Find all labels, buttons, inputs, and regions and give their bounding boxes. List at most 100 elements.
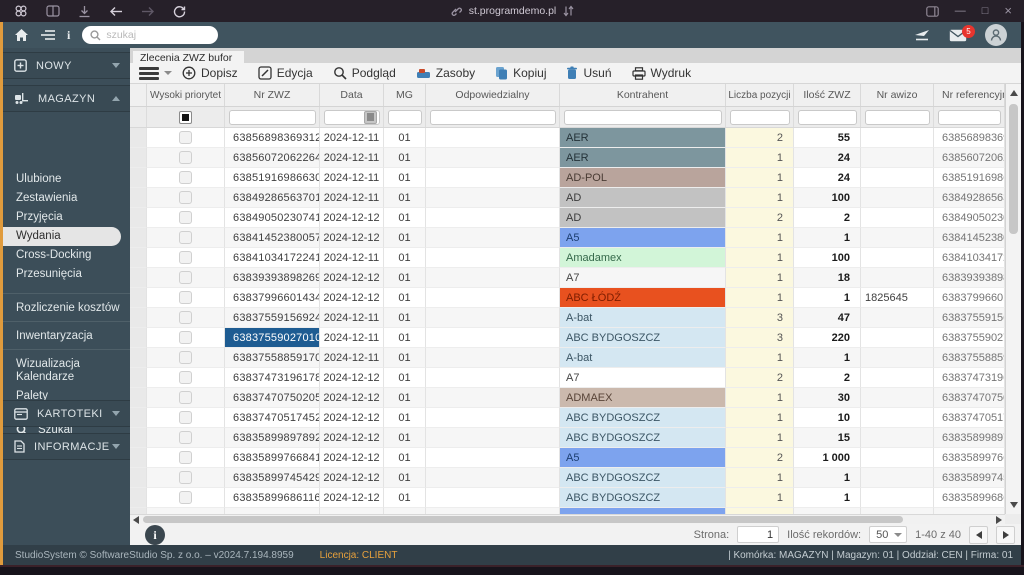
table-row[interactable]: 63849050230741572024-12-1201AD2263849050… [130, 208, 1005, 228]
next-page-button[interactable] [996, 526, 1015, 544]
row-checkbox-cell[interactable] [147, 188, 225, 208]
download-icon[interactable] [78, 5, 91, 18]
sidebar-section-informacje[interactable]: INFORMACJE [3, 433, 130, 460]
dopisz-button[interactable]: Dopisz [182, 66, 238, 80]
podglad-button[interactable]: Podgląd [333, 66, 396, 80]
filter-nr-zwz-input[interactable] [229, 110, 316, 125]
scroll-up-icon[interactable] [1010, 90, 1018, 96]
priority-filter-checkbox[interactable] [179, 111, 192, 124]
row-checkbox[interactable] [179, 271, 192, 284]
cell-nr-zwz[interactable]: 6384928656370148 [225, 188, 320, 208]
table-row[interactable]: 63841034172241382024-12-1101Amadamex1100… [130, 248, 1005, 268]
row-checkbox[interactable] [179, 311, 192, 324]
page-input[interactable]: 1 [737, 526, 779, 543]
info-circle-icon[interactable]: i [145, 525, 165, 545]
row-checkbox-cell[interactable] [147, 288, 225, 308]
chevron-down-icon[interactable] [164, 71, 172, 75]
row-checkbox-cell[interactable] [147, 308, 225, 328]
row-checkbox[interactable] [179, 191, 192, 204]
row-checkbox[interactable] [179, 411, 192, 424]
row-checkbox[interactable] [179, 351, 192, 364]
forward-icon[interactable] [141, 6, 155, 17]
table-row[interactable]: 63837996601434932024-12-1201ABC ŁÓDŹ1118… [130, 288, 1005, 308]
row-checkbox[interactable] [179, 451, 192, 464]
cell-nr-zwz[interactable]: 6385191698663049 [225, 168, 320, 188]
table-row[interactable]: 63837473196178732024-12-1201A72263837473… [130, 368, 1005, 388]
table-row[interactable]: 63851916986630492024-12-1101AD-POL124638… [130, 168, 1005, 188]
row-checkbox-cell[interactable] [147, 488, 225, 508]
wydruk-button[interactable]: Wydruk [632, 66, 692, 80]
table-row[interactable]: 63835899745429912024-12-1201ABC BYDGOSZC… [130, 468, 1005, 488]
row-checkbox[interactable] [179, 331, 192, 344]
cell-nr-zwz[interactable]: 6384145238005731 [225, 228, 320, 248]
vertical-scroll-thumb[interactable] [1009, 104, 1018, 234]
table-row[interactable]: 63837558859170862024-12-1101A-bat1163837… [130, 348, 1005, 368]
filter-nr-referencyjny-input[interactable] [938, 110, 1001, 125]
sidebar-item-przyjecia[interactable]: Przyjęcia [3, 208, 130, 227]
row-checkbox-cell[interactable] [147, 408, 225, 428]
filter-mg-input[interactable] [388, 110, 422, 125]
table-row[interactable]: 63856898369312442024-12-1101AER255638568… [130, 128, 1005, 148]
sidebar-item-rozliczenie-kosztow[interactable]: Rozliczenie kosztów [3, 293, 130, 312]
filter-liczba-pozycji-input[interactable] [730, 110, 790, 125]
header-liczba-pozycji[interactable]: Liczba pozycji [726, 84, 794, 106]
edycja-button[interactable]: Edycja [258, 66, 313, 80]
info-shortcut-icon[interactable]: i [67, 28, 70, 43]
table-row[interactable]: 63837470750205272024-12-1201ADMAEX130638… [130, 388, 1005, 408]
kopiuj-button[interactable]: Kopiuj [495, 66, 546, 80]
reader-mode-icon[interactable] [46, 5, 60, 17]
mail-icon[interactable]: 5 [949, 29, 967, 42]
close-icon[interactable]: × [1004, 0, 1012, 22]
cell-nr-zwz[interactable]: 6383755885917086 [225, 348, 320, 368]
cell-nr-zwz[interactable]: 6384905023074157 [225, 208, 320, 228]
table-row[interactable]: 63839393898269712024-12-1201A71186383939… [130, 268, 1005, 288]
table-row[interactable]: 63837470517452942024-12-1201ABC BYDGOSZC… [130, 408, 1005, 428]
sidebar-item-kalendarze[interactable]: Kalendarze [3, 368, 130, 387]
row-checkbox[interactable] [179, 471, 192, 484]
sidebar-item-inwentaryzacja[interactable]: Inwentaryzacja [3, 321, 130, 340]
header-nr-referencyjny[interactable]: Nr referencyjny [934, 84, 1005, 106]
sidebar-section-nowy[interactable]: NOWY [3, 52, 130, 79]
user-avatar[interactable] [985, 24, 1007, 46]
row-checkbox[interactable] [179, 171, 192, 184]
prev-page-button[interactable] [969, 526, 988, 544]
cell-nr-zwz[interactable]: 6383589974542991 [225, 468, 320, 488]
row-checkbox-cell[interactable] [147, 248, 225, 268]
hamburger-menu-icon[interactable] [139, 67, 159, 80]
table-row[interactable]: 63837559156924412024-12-1101A-bat3476383… [130, 308, 1005, 328]
cell-nr-zwz[interactable]: 6383747075020527 [225, 388, 320, 408]
filter-ilosc-zwz-input[interactable] [798, 110, 857, 125]
header-mg[interactable]: MG [384, 84, 426, 106]
header-kontrahent[interactable]: Kontrahent [560, 84, 726, 106]
menu-list-icon[interactable] [41, 29, 55, 41]
cell-nr-zwz[interactable]: 6383755902701093 [225, 328, 320, 348]
sidebar-item-cross-docking[interactable]: Cross-Docking [3, 246, 130, 265]
table-row[interactable]: 63835899686116912024-12-1201ABC BYDGOSZC… [130, 488, 1005, 508]
cell-nr-zwz[interactable]: 6383747051745294 [225, 408, 320, 428]
row-checkbox[interactable] [179, 391, 192, 404]
row-checkbox-cell[interactable] [147, 168, 225, 188]
sidebar-item-przesuniecia[interactable]: Przesunięcia [3, 265, 130, 284]
header-odpowiedzialny[interactable]: Odpowiedzialny [426, 84, 560, 106]
sidebar-item-zestawienia[interactable]: Zestawienia [3, 189, 130, 208]
cell-nr-zwz[interactable]: 6385607206226402 [225, 148, 320, 168]
row-checkbox-cell[interactable] [147, 228, 225, 248]
cell-nr-zwz[interactable]: 6383589976684182 [225, 448, 320, 468]
row-checkbox-cell[interactable] [147, 268, 225, 288]
row-checkbox-cell[interactable] [147, 208, 225, 228]
sidebar-item-ulubione[interactable]: Ulubione [3, 170, 130, 189]
row-checkbox[interactable] [179, 131, 192, 144]
cell-nr-zwz[interactable]: 6383589968611691 [225, 488, 320, 508]
row-checkbox-cell[interactable] [147, 448, 225, 468]
zasoby-button[interactable]: Zasoby [416, 66, 475, 80]
row-checkbox-cell[interactable] [147, 428, 225, 448]
cell-nr-zwz[interactable]: 6383755915692441 [225, 308, 320, 328]
table-row[interactable]: 63849286563701482024-12-1101AD1100638492… [130, 188, 1005, 208]
sidebar-section-kartoteki[interactable]: KARTOTEKI [3, 400, 130, 427]
calendar-icon[interactable] [364, 111, 377, 124]
row-checkbox-cell[interactable] [147, 468, 225, 488]
row-checkbox-cell[interactable] [147, 328, 225, 348]
scroll-left-icon[interactable] [133, 516, 139, 524]
sidebar-section-magazyn[interactable]: MAGAZYN [3, 85, 130, 112]
usun-button[interactable]: Usuń [566, 66, 611, 80]
